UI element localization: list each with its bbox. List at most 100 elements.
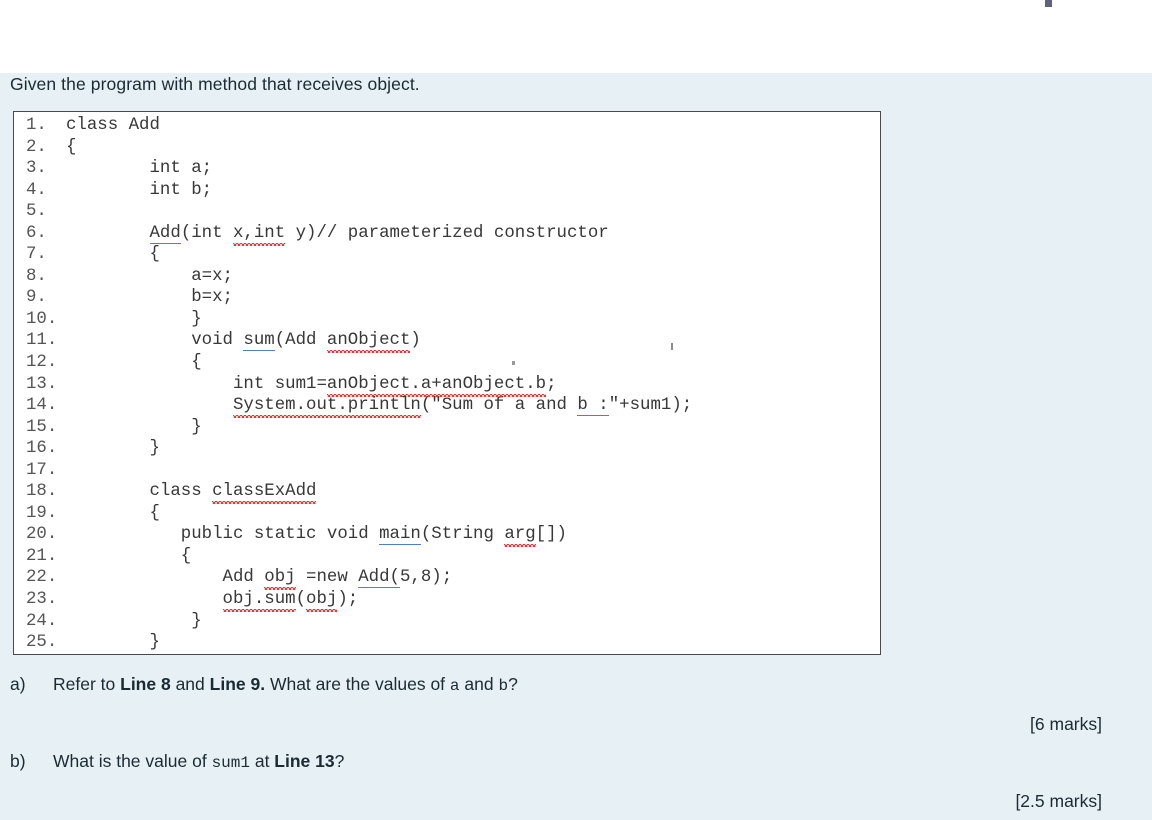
question-b-marks: [2.5 marks] xyxy=(1015,791,1102,811)
scan-artifact-dot-2 xyxy=(671,343,673,350)
question-fragment: What are the values of xyxy=(265,674,450,694)
code-line-text: int a; xyxy=(66,159,213,179)
question-fragment: and xyxy=(459,674,499,694)
code-line-text: { xyxy=(66,245,160,265)
code-lines: 1. class Add 2.{3. int a; 4. int b; 5. 6. Add… xyxy=(14,115,880,654)
code-line-text: } xyxy=(66,309,202,329)
code-line-number: 18. xyxy=(26,482,58,502)
code-line: 25. } xyxy=(14,632,880,654)
code-line: 19. { xyxy=(14,503,880,525)
code-line-text: Add obj =new Add(5,8); xyxy=(66,568,453,589)
code-line-text: class classExAdd xyxy=(66,482,317,502)
code-line-number: 1. xyxy=(26,116,47,135)
question-a-label: a) xyxy=(10,674,26,694)
code-line: 14. System.out.println("Sum of a and b :… xyxy=(14,395,880,417)
code-line: 24. } xyxy=(14,611,880,633)
code-line-text: { xyxy=(66,137,77,157)
code-line-text: { xyxy=(66,353,202,373)
code-line-text: obj.sum(obj); xyxy=(222,590,359,610)
code-line: 8. a=x; xyxy=(14,266,880,288)
question-b-label: b) xyxy=(10,751,26,771)
code-line-number: 24. xyxy=(26,611,58,631)
code-line-number: 16. xyxy=(26,439,58,459)
question-fragment: sum1 xyxy=(211,754,250,772)
code-line: 5. xyxy=(14,201,880,223)
question-a-text: Refer to Line 8 and Line 9. What are the… xyxy=(53,674,518,695)
code-line: 22. Add obj =new Add(5,8); xyxy=(14,567,880,589)
code-line-number: 11. xyxy=(26,331,58,351)
code-line-text: } xyxy=(66,611,202,631)
code-line-number: 22. xyxy=(26,568,58,588)
code-line: 12. { xyxy=(14,352,880,374)
code-line-text: void sum(Add anObject) xyxy=(66,331,421,352)
code-line: 10. } xyxy=(14,309,880,331)
code-line-number: 23. xyxy=(26,590,58,610)
code-listing-box: 1. class Add 2.{3. int a; 4. int b; 5. 6. Add… xyxy=(13,111,881,655)
scan-artifact-dot xyxy=(512,361,515,365)
question-fragment: Refer to xyxy=(53,674,121,694)
code-line-text: { xyxy=(66,546,192,566)
code-line: 18. class classExAdd xyxy=(14,481,880,503)
code-line: 15. } xyxy=(14,417,880,439)
code-line-number: 19. xyxy=(26,503,58,523)
code-line-text: Add(int x,int y)// parameterized constru… xyxy=(149,223,609,244)
code-line-text: int b; xyxy=(66,180,213,200)
code-line-text: public static void main(String arg[]) xyxy=(66,525,567,546)
question-fragment: a xyxy=(449,677,460,695)
code-line-number: 13. xyxy=(26,374,58,394)
code-line-number: 25. xyxy=(26,633,58,653)
code-line-text: a=x; xyxy=(66,266,233,286)
question-a-marks: [6 marks] xyxy=(1030,714,1102,734)
question-fragment: Line 8 xyxy=(120,674,171,694)
question-fragment: and xyxy=(170,674,210,694)
code-line-text: { xyxy=(66,503,160,523)
question-fragment: ? xyxy=(508,674,518,694)
page-root: Given the program with method that recei… xyxy=(0,0,1152,820)
code-line-number: 10. xyxy=(26,309,58,329)
code-line-number: 7. xyxy=(26,245,47,265)
code-line: 7. { xyxy=(14,244,880,266)
code-line: 11. void sum(Add anObject) xyxy=(14,330,880,352)
code-line-text: } xyxy=(66,417,202,437)
code-line-number: 21. xyxy=(26,546,58,566)
code-line-number: 9. xyxy=(26,288,47,308)
question-fragment: b xyxy=(498,677,509,695)
code-line: 9. b=x; xyxy=(14,287,880,309)
code-line-number: 8. xyxy=(26,266,47,286)
code-line: 16. } xyxy=(14,438,880,460)
code-line-number: 4. xyxy=(26,180,47,200)
code-line: 6. Add(int x,int y)// parameterized cons… xyxy=(14,223,880,245)
code-line: 3. int a; xyxy=(14,158,880,180)
question-fragment: at xyxy=(249,751,275,771)
question-fragment: ? xyxy=(334,751,345,771)
code-line: 17. xyxy=(14,460,880,482)
code-line-number: 17. xyxy=(26,460,58,480)
code-line: 4. int b; xyxy=(14,180,880,202)
code-line-number: 6. xyxy=(26,223,47,243)
code-line-number: 12. xyxy=(26,353,58,373)
code-line-text: } xyxy=(66,633,160,653)
code-line: 1. class Add xyxy=(14,115,880,137)
code-line: 21. { xyxy=(14,546,880,568)
question-fragment: What is the value of xyxy=(53,751,212,771)
scan-artifact-speck xyxy=(1045,0,1052,7)
code-line: 2. { xyxy=(14,137,880,159)
question-fragment: Line 9. xyxy=(209,674,266,694)
code-line-text: class Add xyxy=(66,116,160,135)
code-line-number: 3. xyxy=(26,159,47,179)
code-line-number: 20. xyxy=(26,525,58,545)
code-line-text: b=x; xyxy=(66,288,233,308)
question-fragment: Line 13 xyxy=(274,751,335,771)
question-b-text: What is the value of sum1 at Line 13? xyxy=(53,751,344,772)
code-line-text: System.out.println("Sum of a and b :"+su… xyxy=(232,396,693,417)
code-line-text: } xyxy=(66,439,160,459)
page-title: Given the program with method that recei… xyxy=(10,74,420,94)
code-line-number: 5. xyxy=(26,202,47,222)
code-line-text: int sum1=anObject.a+anObject.b; xyxy=(66,374,557,394)
code-line-number: 15. xyxy=(26,417,58,437)
code-line: 20. public static void main(String arg[]… xyxy=(14,524,880,546)
code-line-number: 2. xyxy=(26,137,47,157)
code-line-number: 14. xyxy=(26,396,58,416)
code-line: 23. obj.sum(obj); xyxy=(14,589,880,611)
code-line: 13. int sum1=anObject.a+anObject.b; xyxy=(14,374,880,396)
